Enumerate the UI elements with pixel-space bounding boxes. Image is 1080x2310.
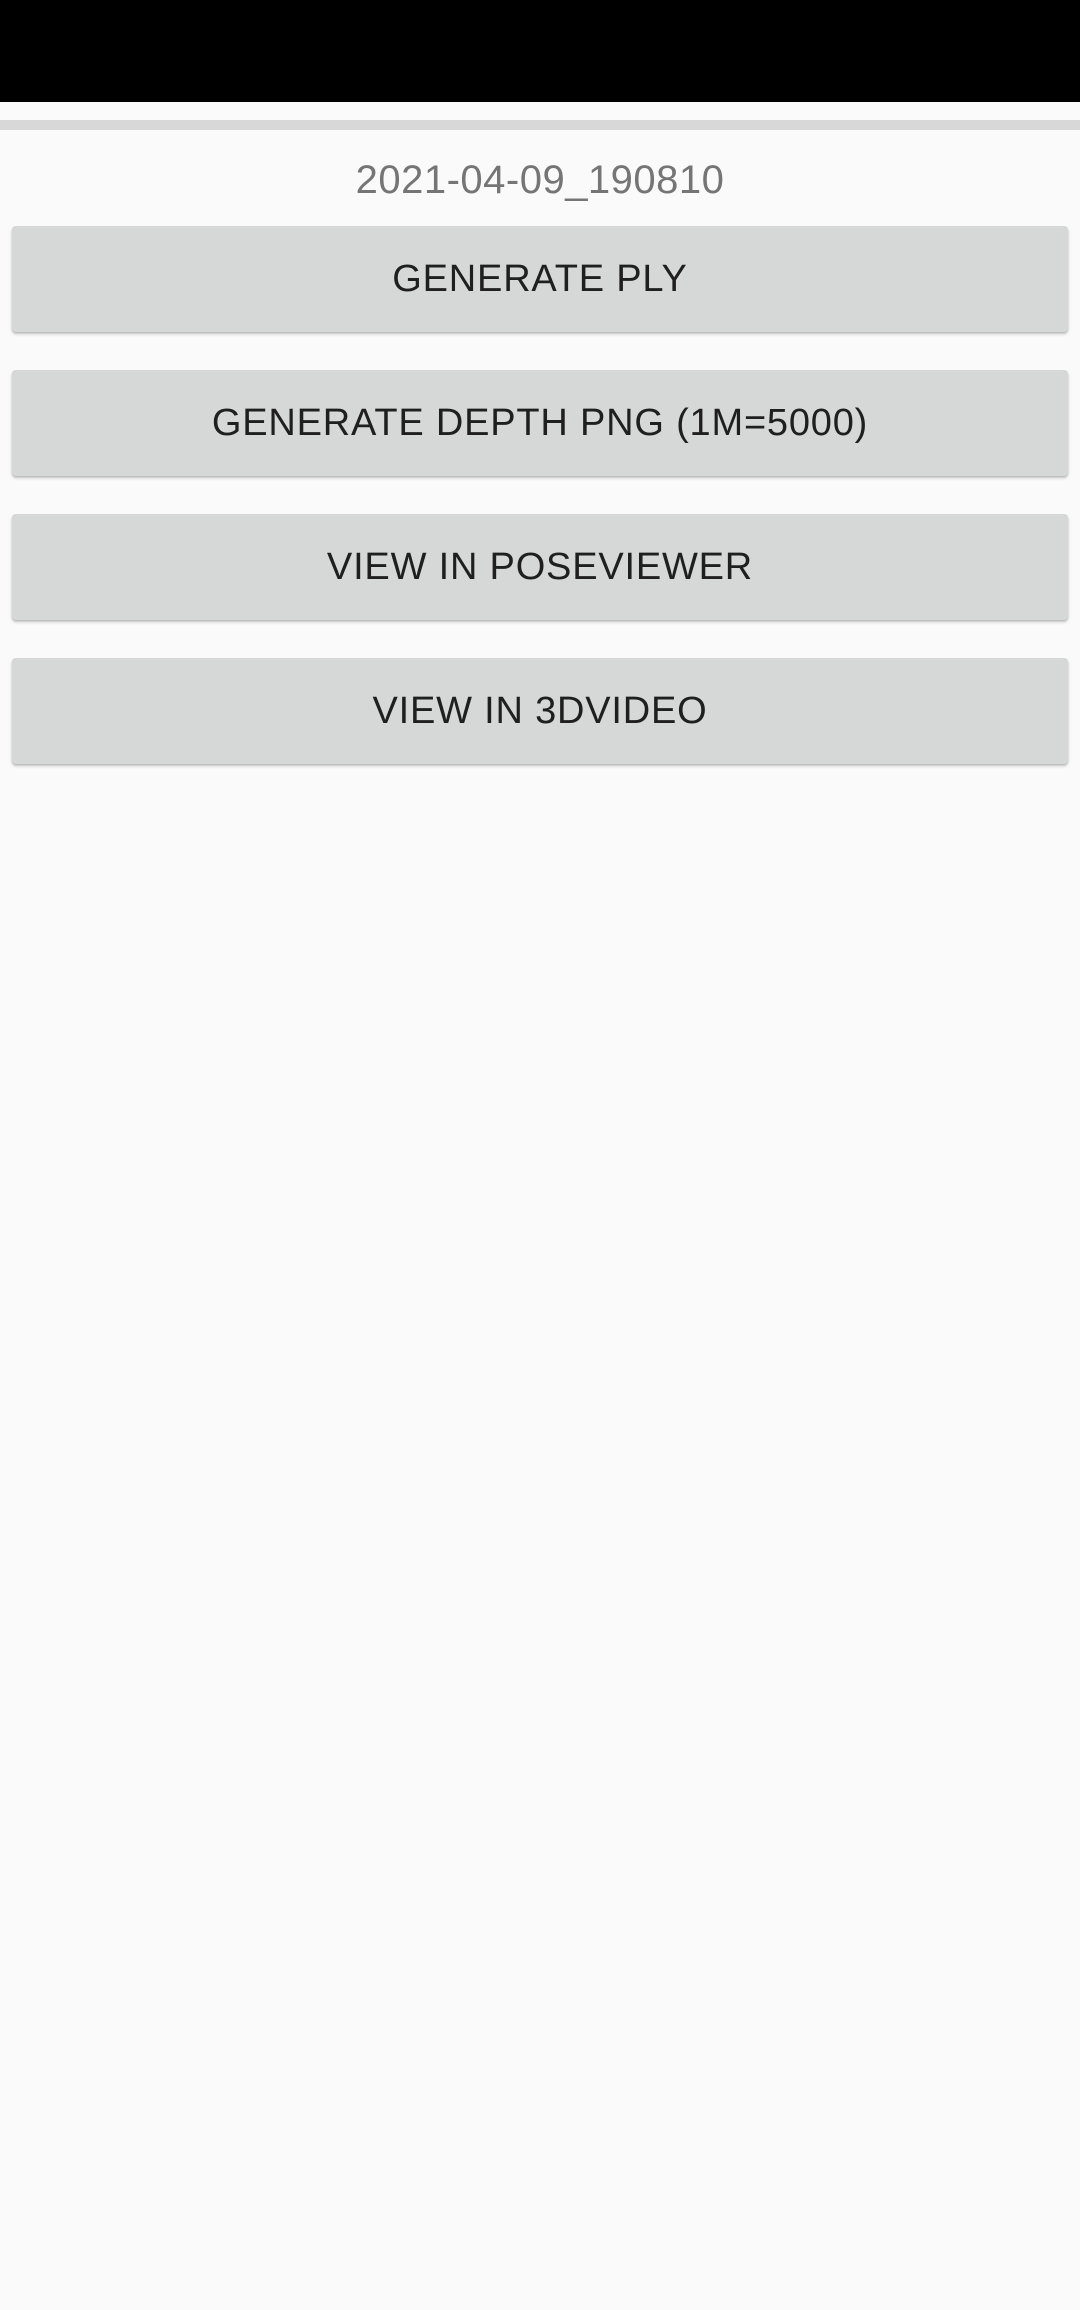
generate-ply-button[interactable]: GENERATE PLY <box>12 226 1068 332</box>
view-in-poseviewer-button[interactable]: VIEW IN POSEVIEWER <box>12 514 1068 620</box>
action-button-list: GENERATE PLY GENERATE DEPTH PNG (1M=5000… <box>12 226 1068 802</box>
status-bar <box>0 0 1080 102</box>
recording-timestamp: 2021-04-09_190810 <box>355 158 725 202</box>
view-in-3dvideo-button[interactable]: VIEW IN 3DVIDEO <box>12 658 1068 764</box>
progress-bar <box>0 120 1080 130</box>
generate-depth-png-button[interactable]: GENERATE DEPTH PNG (1M=5000) <box>12 370 1068 476</box>
